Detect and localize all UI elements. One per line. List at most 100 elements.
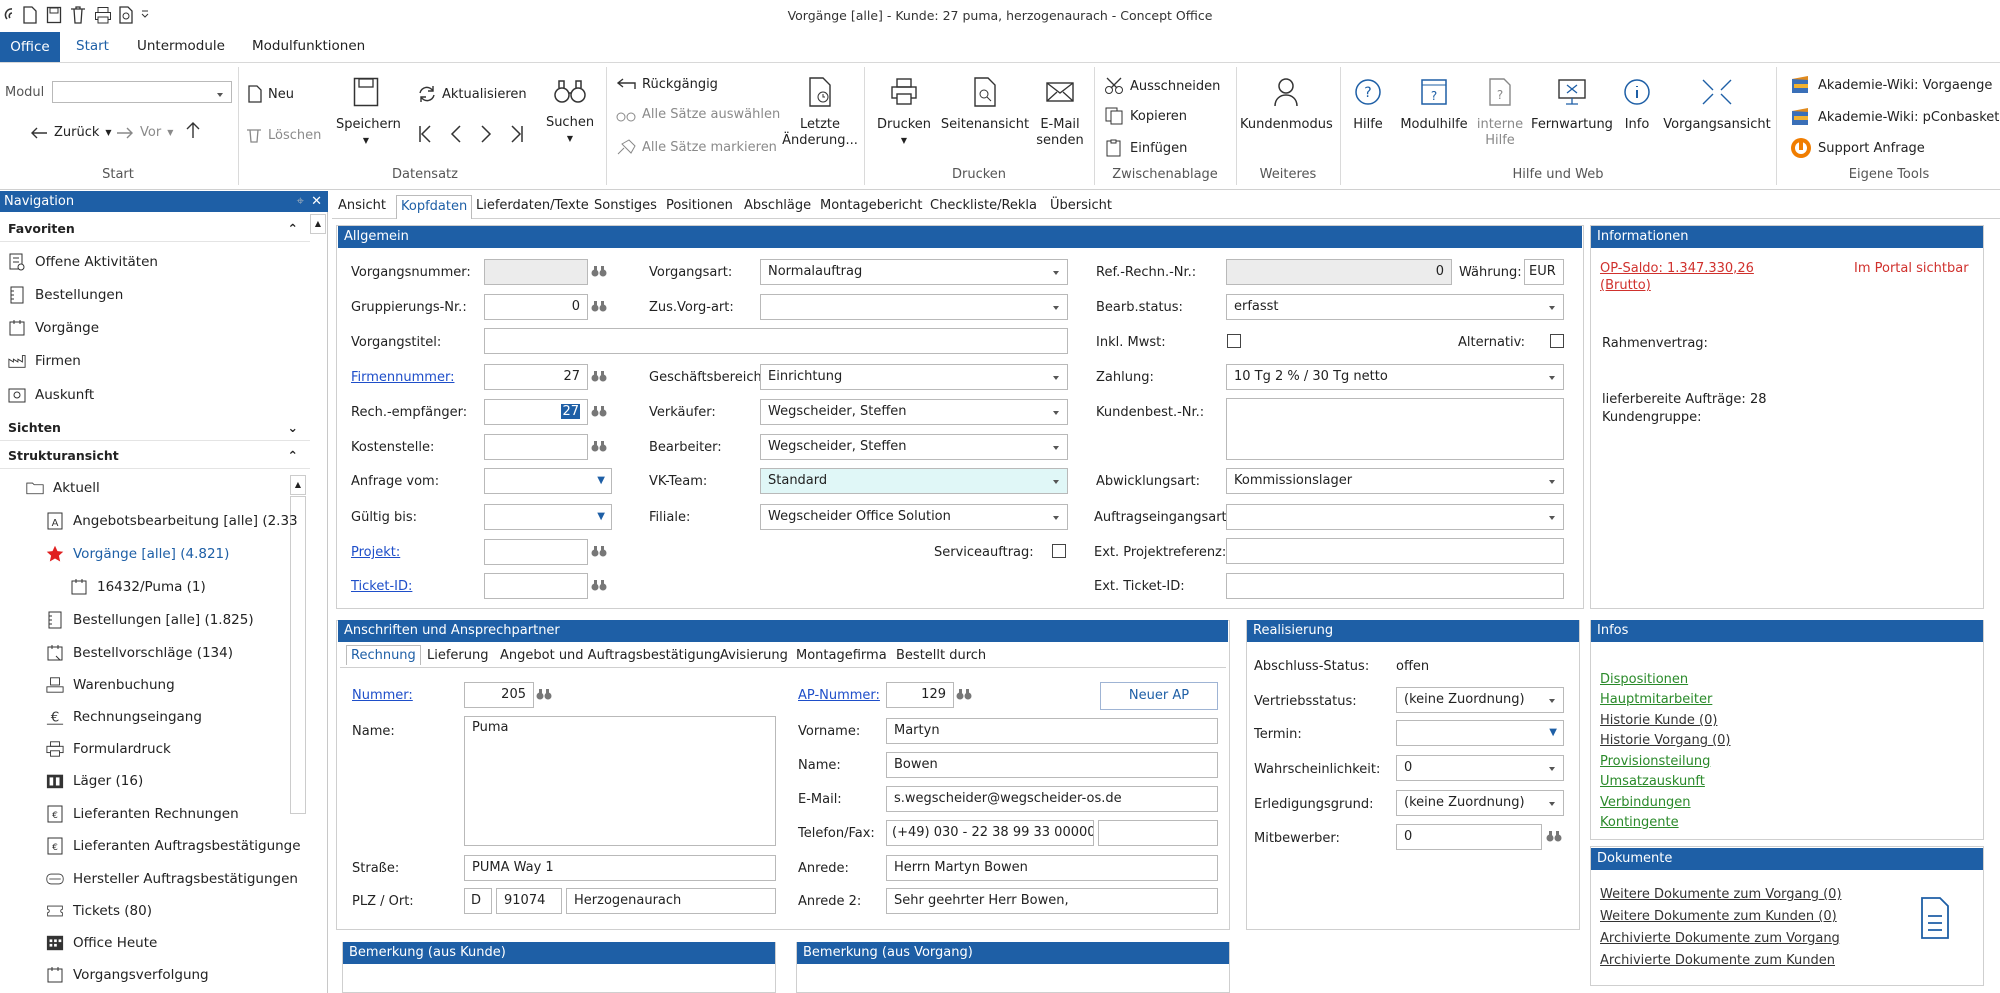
nav-fav-bestellungen[interactable]: Bestellungen: [8, 286, 123, 304]
anrede2-field[interactable]: Sehr geehrter Herr Bowen,: [886, 888, 1218, 914]
plz-field[interactable]: 91074: [496, 888, 562, 914]
vorname-field[interactable]: Martyn: [886, 718, 1218, 744]
tree-angebotsbearbeitung[interactable]: A Angebotsbearbeitung [alle] (2.33: [46, 512, 298, 530]
nummer-link[interactable]: Nummer:: [352, 688, 413, 703]
tree-office-heute[interactable]: Office Heute: [46, 934, 157, 952]
nummer-field[interactable]: 205: [464, 682, 534, 708]
tree-formulardruck[interactable]: Formulardruck: [46, 740, 171, 758]
tree-aktuell[interactable]: Aktuell: [26, 479, 100, 497]
support-request-button[interactable]: Support Anfrage: [1790, 137, 1925, 159]
bearbeiter-select[interactable]: Wegscheider, Steffen: [760, 434, 1068, 460]
delete-button[interactable]: Löschen: [246, 127, 321, 143]
termin-date[interactable]: ▼: [1396, 720, 1564, 746]
tree-tickets[interactable]: Tickets (80): [46, 902, 152, 920]
vorgangstitel-field[interactable]: [484, 328, 1068, 354]
binoculars-search-icon[interactable]: [591, 580, 607, 591]
nav-fav-vorgaenge[interactable]: Vorgänge: [8, 319, 99, 337]
zahlung-select[interactable]: 10 Tg 2 % / 30 Tg netto: [1226, 364, 1564, 390]
ort-field[interactable]: Herzogenaurach: [566, 888, 776, 914]
binoculars-search-icon[interactable]: [591, 441, 607, 452]
nav-fav-auskunft[interactable]: Auskunft: [8, 386, 94, 404]
ap-nummer-field[interactable]: 129: [886, 682, 954, 708]
neuer-ap-button[interactable]: Neuer AP: [1100, 682, 1218, 710]
undo-button[interactable]: Rückgängig: [616, 77, 718, 92]
doc-link-weitere-kunden[interactable]: Weitere Dokumente zum Kunden (0): [1600, 909, 1837, 924]
scroll-up-button[interactable]: ▲: [310, 214, 326, 234]
tree-16432-puma[interactable]: 16432/Puma (1): [70, 578, 206, 596]
infos-link-historie-kunde[interactable]: Historie Kunde (0): [1600, 713, 1717, 728]
tab-modulfunktionen[interactable]: Modulfunktionen: [252, 38, 365, 54]
wiki-pconbasket-button[interactable]: Akademie-Wiki: pConbasket: [1790, 107, 1999, 127]
tab-montagebericht[interactable]: Montagebericht: [820, 198, 922, 213]
print-button[interactable]: Drucken ▼: [872, 77, 936, 149]
subtab-angebot-ab[interactable]: Angebot und Auftragsbestätigung: [500, 648, 720, 663]
ap-name-field[interactable]: Bowen: [886, 752, 1218, 778]
tab-sonstiges[interactable]: Sonstiges: [594, 198, 657, 213]
bearb-status-select[interactable]: erfasst: [1226, 294, 1564, 320]
mitbewerber-field[interactable]: 0: [1396, 824, 1542, 850]
binoculars-search-icon[interactable]: [1546, 831, 1562, 842]
binoculars-search-icon[interactable]: [591, 371, 607, 382]
vk-team-select[interactable]: Standard: [760, 468, 1068, 494]
tree-laeger[interactable]: Läger (16): [46, 772, 143, 790]
internal-help-button[interactable]: ? interne Hilfe: [1472, 77, 1528, 149]
kundenbest-nr-field[interactable]: [1226, 398, 1564, 460]
serviceauftrag-checkbox[interactable]: [1052, 544, 1066, 558]
tab-start[interactable]: Start: [76, 38, 109, 54]
tree-hersteller-ab[interactable]: Hersteller Auftragsbestätigungen: [46, 870, 298, 888]
paste-button[interactable]: Einfügen: [1104, 139, 1187, 157]
tab-untermodule[interactable]: Untermodule: [137, 38, 225, 54]
last-change-button[interactable]: Letzte Änderung...: [782, 77, 858, 149]
copy-button[interactable]: Kopieren: [1104, 107, 1187, 125]
help-button[interactable]: ? Hilfe: [1346, 77, 1390, 133]
subtab-montagefirma[interactable]: Montagefirma: [796, 648, 887, 663]
infos-link-umsatzauskunft[interactable]: Umsatzauskunft: [1600, 774, 1705, 789]
verkaeufer-select[interactable]: Wegscheider, Steffen: [760, 399, 1068, 425]
ticket-id-field[interactable]: [484, 573, 588, 599]
subtab-avisierung[interactable]: Avisierung: [720, 648, 788, 663]
op-saldo-brutto[interactable]: (Brutto): [1600, 278, 1651, 293]
firmennummer-link[interactable]: Firmennummer:: [351, 370, 454, 385]
subtab-bestellt-durch[interactable]: Bestellt durch: [896, 648, 986, 663]
doc-link-weitere-vorgang[interactable]: Weitere Dokumente zum Vorgang (0): [1600, 887, 1842, 902]
modul-select[interactable]: [52, 81, 232, 103]
forward-button[interactable]: Vor ▼: [116, 125, 173, 140]
tree-lieferanten-ab[interactable]: € Lieferanten Auftragsbestätigunge: [46, 837, 301, 855]
select-all-button[interactable]: Alle Sätze auswählen: [616, 107, 780, 122]
geschaeftsbereich-select[interactable]: Einrichtung: [760, 364, 1068, 390]
mark-all-button[interactable]: Alle Sätze markieren: [616, 139, 777, 155]
auftragseingangsart-select[interactable]: [1226, 504, 1564, 530]
infos-link-kontingente[interactable]: Kontingente: [1600, 815, 1679, 830]
tab-lieferdaten-texte[interactable]: Lieferdaten/Texte: [476, 198, 589, 213]
alternativ-checkbox[interactable]: [1550, 334, 1564, 348]
tree-rechnungseingang[interactable]: € Rechnungseingang: [46, 708, 202, 726]
binoculars-search-icon[interactable]: [591, 301, 607, 312]
tree-warenbuchung[interactable]: Warenbuchung: [46, 676, 175, 694]
erledigungsgrund-select[interactable]: (keine Zuordnung): [1396, 790, 1564, 816]
last-record-icon[interactable]: [510, 125, 524, 143]
first-record-icon[interactable]: [418, 125, 432, 143]
tree-bestellungen[interactable]: Bestellungen [alle] (1.825): [46, 611, 254, 629]
email-field[interactable]: s.wegscheider@wegscheider-os.de: [886, 786, 1218, 812]
wahrscheinlichkeit-select[interactable]: 0: [1396, 755, 1564, 781]
tree-vorgaenge-alle[interactable]: Vorgänge [alle] (4.821): [46, 545, 229, 563]
doc-link-archiv-kunden[interactable]: Archivierte Dokumente zum Kunden: [1600, 953, 1835, 968]
up-arrow-icon[interactable]: [186, 121, 200, 139]
binoculars-search-icon[interactable]: [956, 689, 972, 700]
module-help-button[interactable]: ? Modulhilfe: [1394, 77, 1474, 133]
tab-office[interactable]: Office: [0, 32, 60, 62]
gueltig-bis-date[interactable]: ▼: [484, 504, 612, 530]
tab-kopfdaten[interactable]: Kopfdaten: [396, 195, 473, 219]
search-button[interactable]: Suchen ▼: [540, 77, 600, 147]
telefon-field[interactable]: (+49) 030 - 22 38 99 33 000000: [886, 820, 1094, 846]
ext-projektreferenz-field[interactable]: [1226, 538, 1564, 564]
ext-ticket-id-field[interactable]: [1226, 573, 1564, 599]
kostenstelle-field[interactable]: [484, 434, 588, 460]
process-view-button[interactable]: Vorgangsansicht: [1662, 77, 1772, 133]
wiki-vorgaenge-button[interactable]: Akademie-Wiki: Vorgaenge: [1790, 75, 1992, 95]
tab-positionen[interactable]: Positionen: [666, 198, 733, 213]
page-preview-button[interactable]: Seitenansicht: [940, 77, 1030, 133]
cut-button[interactable]: Ausschneiden: [1104, 77, 1220, 95]
nav-section-sichten[interactable]: Sichten ⌄: [0, 415, 310, 441]
zus-vorg-art-select[interactable]: [760, 294, 1068, 320]
